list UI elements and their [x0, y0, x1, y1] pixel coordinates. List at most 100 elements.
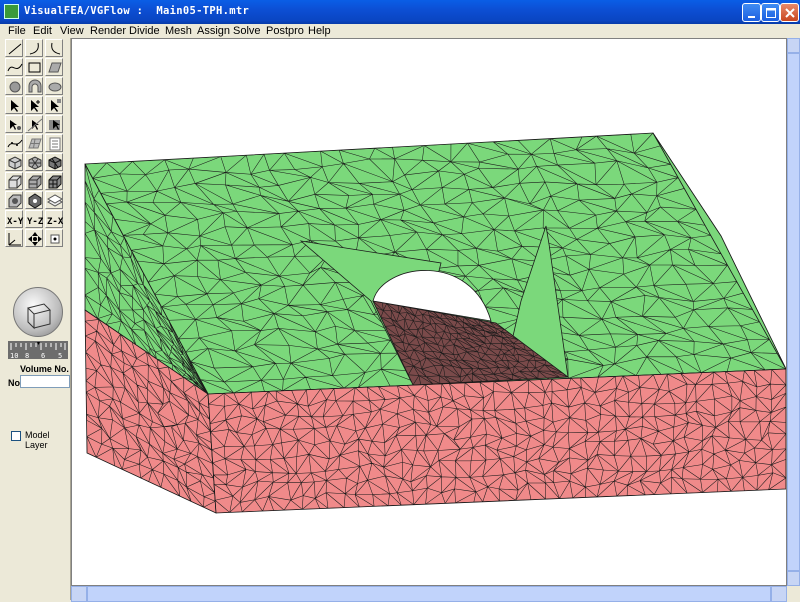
- line-icon: [8, 43, 22, 55]
- model-viewport[interactable]: [71, 38, 787, 586]
- tool-button-layer[interactable]: [45, 191, 64, 209]
- tunnel-mesh-model: [84, 132, 786, 514]
- tool-button-cube[interactable]: [5, 172, 23, 190]
- tool-button-cube-mesh[interactable]: [45, 172, 63, 190]
- tool-button-view-zx[interactable]: Z-X: [45, 210, 64, 228]
- menu-render[interactable]: Render: [90, 24, 126, 38]
- render-icon: [8, 194, 22, 208]
- ellipse-surface-icon: [48, 82, 62, 92]
- menu-divide[interactable]: Divide: [129, 24, 160, 38]
- cube-view-icon: [27, 303, 51, 330]
- arc-ccw-icon: [51, 42, 61, 55]
- tool-button-render[interactable]: [5, 191, 23, 209]
- tool-button-arc[interactable]: [25, 39, 43, 57]
- tool-button-fit[interactable]: [45, 229, 63, 247]
- maximize-button[interactable]: [761, 3, 780, 22]
- face-select-icon: [49, 120, 60, 130]
- spline-icon: [7, 63, 23, 72]
- minimize-icon: [748, 16, 755, 18]
- scroll-left-button[interactable]: [71, 586, 87, 602]
- edge-select-icon: [27, 118, 43, 132]
- gauge-label: 10: [10, 352, 19, 360]
- tool-button-curve-divide[interactable]: [5, 134, 23, 152]
- rotation-dial[interactable]: [13, 287, 63, 337]
- tool-button-mesh-solid[interactable]: [45, 153, 63, 171]
- tool-palette: 10 8 6 5 Volume No. No Model Layer X-Y Y-…: [4, 38, 71, 600]
- menu-mesh[interactable]: Mesh: [165, 24, 192, 38]
- tool-button-move[interactable]: [25, 229, 43, 247]
- horizontal-scroll-thumb[interactable]: [87, 586, 771, 602]
- scroll-down-button[interactable]: [787, 571, 800, 586]
- tool-button-surface[interactable]: [45, 58, 63, 76]
- cube-slice-icon: [28, 175, 42, 189]
- scroll-right-button[interactable]: [771, 586, 787, 602]
- rectangle-icon: [28, 62, 41, 73]
- pointer-select-icon: [51, 99, 61, 112]
- size-grip[interactable]: [787, 586, 800, 602]
- close-button[interactable]: [780, 3, 799, 22]
- menu-solve[interactable]: Solve: [233, 24, 261, 38]
- tool-button-node-select[interactable]: [5, 115, 23, 133]
- tool-button-ellipse-surface[interactable]: [45, 77, 63, 95]
- pointer-icon: [11, 100, 19, 112]
- view-yz-icon: Y-Z: [27, 217, 44, 227]
- tool-button-axis[interactable]: [5, 229, 23, 247]
- tool-button-tunnel-arch[interactable]: [25, 77, 43, 95]
- tool-button-assign[interactable]: [25, 191, 43, 209]
- menu-postpro[interactable]: Postpro: [266, 24, 304, 38]
- tool-button-mesh-node[interactable]: [5, 153, 23, 171]
- view-zx-icon: Z-X: [47, 217, 64, 227]
- tool-button-circle-solid[interactable]: [5, 77, 23, 95]
- minimize-button[interactable]: [742, 3, 761, 22]
- menu-edit[interactable]: Edit: [33, 24, 52, 38]
- tool-button-pointer-select[interactable]: [45, 96, 63, 114]
- mesh-surface-icon: [28, 156, 42, 170]
- menu-bar: File Edit View Render Divide Mesh Assign…: [0, 24, 800, 38]
- horizontal-scrollbar[interactable]: [71, 586, 787, 602]
- app-icon[interactable]: [4, 4, 19, 19]
- volume-label: Volume No.: [20, 364, 69, 374]
- svg-text:Z-X: Z-X: [47, 217, 64, 227]
- scroll-up-button[interactable]: [787, 38, 800, 53]
- tool-button-surface-divide[interactable]: [25, 134, 43, 152]
- close-icon: [785, 8, 795, 18]
- volume-number-input[interactable]: [20, 375, 70, 388]
- tool-button-face-select[interactable]: [45, 115, 63, 133]
- svg-text:Y-Z: Y-Z: [27, 217, 44, 227]
- tool-button-mesh-surface[interactable]: [25, 153, 43, 171]
- menu-help[interactable]: Help: [308, 24, 331, 38]
- vertical-scrollbar[interactable]: [787, 38, 800, 586]
- curve-divide-icon: [7, 139, 23, 148]
- surface-icon: [48, 62, 62, 73]
- title-bar: VisualFEA/VGFlow : Main05-TPH.mtr: [0, 0, 800, 24]
- tool-button-view-yz[interactable]: Y-Z: [25, 210, 44, 228]
- menu-assign[interactable]: Assign: [197, 24, 230, 38]
- node-select-icon: [10, 120, 21, 130]
- move-icon: [28, 232, 42, 246]
- svg-text:X-Y: X-Y: [7, 217, 24, 227]
- mesh-node-icon: [8, 156, 22, 170]
- tool-button-arc-ccw[interactable]: [45, 39, 63, 57]
- assign-icon: [28, 193, 42, 209]
- tunnel-arch-icon: [28, 79, 42, 93]
- model-layer-checkbox[interactable]: [11, 431, 21, 441]
- layer-gauge[interactable]: 10 8 6 5: [8, 341, 68, 360]
- tool-button-pointer-add[interactable]: [25, 96, 43, 114]
- menu-file[interactable]: File: [8, 24, 26, 38]
- view-xy-icon: X-Y: [7, 217, 24, 227]
- axis-icon: [8, 233, 21, 246]
- vertical-scroll-thumb[interactable]: [787, 53, 800, 571]
- cube-mesh-icon: [48, 175, 62, 189]
- surface-divide-icon: [28, 138, 42, 149]
- tool-button-line[interactable]: [5, 39, 23, 57]
- maximize-icon: [766, 8, 776, 18]
- menu-view[interactable]: View: [60, 24, 84, 38]
- tool-button-spline[interactable]: [5, 58, 23, 76]
- tool-button-cube-slice[interactable]: [25, 172, 43, 190]
- cube-icon: [8, 175, 22, 189]
- tool-button-view-xy[interactable]: X-Y: [5, 210, 24, 228]
- tool-button-table[interactable]: [45, 134, 63, 152]
- tool-button-edge-select[interactable]: [25, 115, 43, 133]
- tool-button-pointer[interactable]: [5, 96, 23, 114]
- tool-button-rectangle[interactable]: [25, 58, 43, 76]
